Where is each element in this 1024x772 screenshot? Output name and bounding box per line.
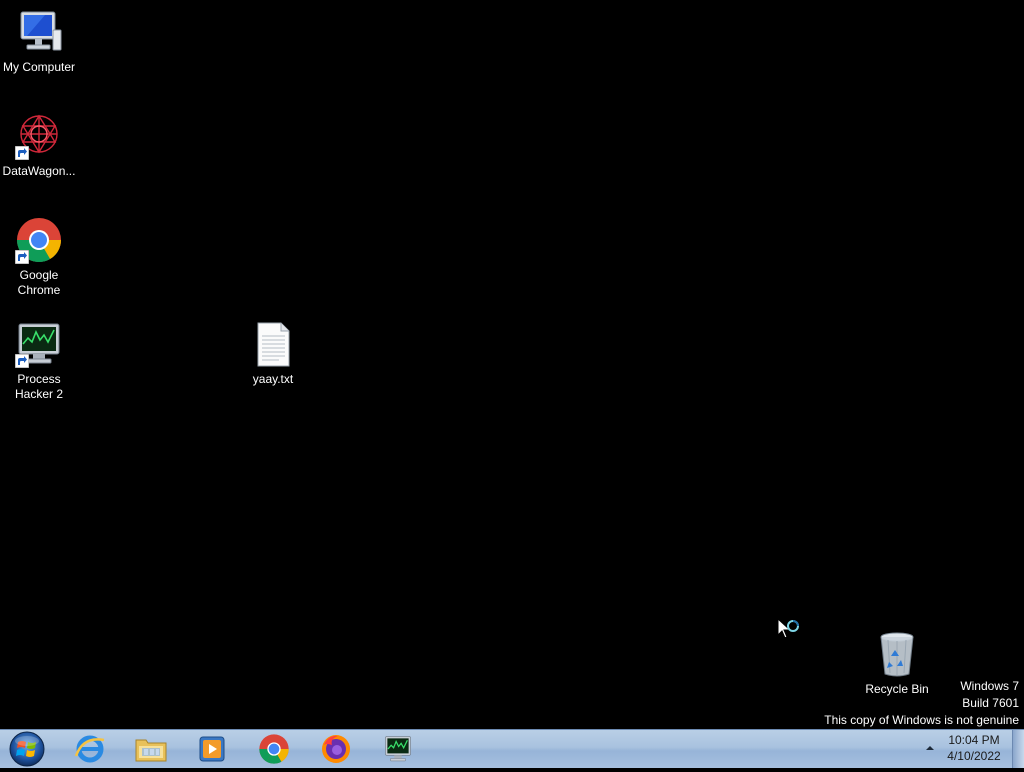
folder-icon (135, 739, 167, 762)
desktop-icon-label: DataWagon... (2, 164, 76, 178)
desktop-icon-label: yaay.txt (252, 372, 294, 386)
shortcut-arrow-icon (15, 250, 29, 264)
system-tray: 10:04 PM 4/10/2022 (914, 730, 1024, 769)
desktop-icon-google-chrome[interactable]: Google Chrome (0, 216, 78, 298)
clock[interactable]: 10:04 PM 4/10/2022 (934, 732, 1014, 764)
datawagon-icon (15, 112, 63, 160)
taskbar-firefox[interactable] (314, 732, 358, 766)
show-desktop-button[interactable] (1012, 730, 1024, 768)
clock-time: 10:04 PM (948, 733, 1000, 747)
chrome-icon (259, 734, 289, 764)
recycle-bin-icon (873, 630, 921, 678)
process-hacker-icon (15, 320, 63, 368)
taskbar-windows-explorer[interactable] (129, 732, 173, 766)
desktop-icon-yaay-txt[interactable]: yaay.txt (234, 320, 312, 387)
watermark-build: Build 7601 (962, 696, 1019, 710)
taskbar-google-chrome[interactable] (252, 732, 296, 766)
taskbar: 10:04 PM 4/10/2022 (0, 729, 1024, 768)
desktop-icon-my-computer[interactable]: My Computer (0, 8, 78, 75)
watermark-os: Windows 7 (960, 679, 1019, 693)
desktop-icon-process-hacker-2[interactable]: Process Hacker 2 (0, 320, 78, 402)
desktop-icon-label: Process Hacker 2 (14, 372, 64, 401)
desktop-icon-datawagon[interactable]: DataWagon... (0, 112, 78, 179)
taskbar-process-hacker-2[interactable] (376, 732, 420, 766)
taskbar-media-player[interactable] (190, 732, 234, 766)
media-player-icon (199, 736, 225, 762)
desktop-icon-label: Google Chrome (17, 268, 61, 297)
chrome-icon (15, 216, 63, 264)
process-hacker-icon (385, 736, 411, 762)
windows-logo-icon (9, 731, 45, 767)
shortcut-arrow-icon (15, 354, 29, 368)
desktop-icon-label: My Computer (2, 60, 76, 74)
shortcut-arrow-icon (15, 146, 29, 160)
watermark-genuine-notice: This copy of Windows is not genuine (824, 713, 1019, 727)
computer-icon (15, 8, 63, 56)
start-button[interactable] (6, 731, 48, 767)
taskbar-internet-explorer[interactable] (68, 732, 112, 766)
windows-watermark: Windows 7 Build 7601 This copy of Window… (824, 678, 1019, 729)
internet-explorer-icon (74, 735, 105, 763)
busy-cursor-icon (777, 617, 799, 639)
firefox-icon (322, 735, 350, 763)
desktop[interactable]: My Computer DataWagon... Google Chrome P… (0, 0, 1024, 729)
clock-date: 4/10/2022 (947, 749, 1001, 763)
text-file-icon (249, 320, 297, 368)
